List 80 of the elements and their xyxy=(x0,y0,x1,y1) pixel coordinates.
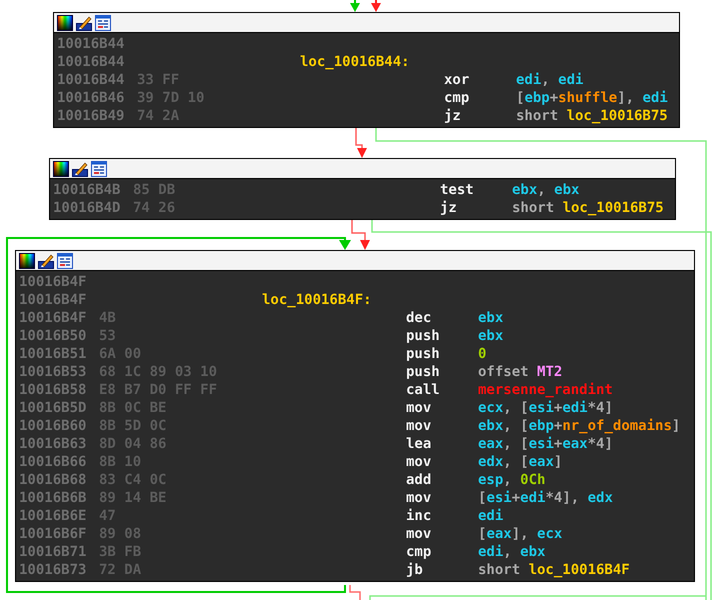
instruction-operand: [esi+edi*4], edx xyxy=(478,490,613,506)
address-text: 10016B46 xyxy=(57,90,126,106)
instruction-operand: [eax], ecx xyxy=(478,526,562,542)
address-text: 10016B63 xyxy=(19,436,88,452)
edge-arrow xyxy=(371,0,381,12)
instruction-operand: mersenne_randint xyxy=(478,382,613,398)
instruction-operand: ecx, [esi+edi*4] xyxy=(478,400,613,416)
instruction-mnemonic: dec xyxy=(406,310,432,326)
instruction-mnemonic: jz xyxy=(444,108,461,124)
pencil-icon[interactable] xyxy=(76,14,92,30)
address-text: 10016B73 xyxy=(19,562,88,578)
instruction-mnemonic: mov xyxy=(406,490,432,506)
instruction-operand: edi, ebx xyxy=(478,544,546,560)
pencil-icon[interactable] xyxy=(72,160,88,176)
address-text: 10016B6F xyxy=(19,526,88,542)
instruction-mnemonic: cmp xyxy=(406,544,432,560)
instruction-mnemonic: inc xyxy=(406,508,432,524)
instruction-mnemonic: call xyxy=(406,382,440,398)
address-text: 10016B4B xyxy=(53,182,122,198)
address-text: 10016B4F xyxy=(19,274,88,290)
palette-icon[interactable] xyxy=(53,160,69,176)
code-label: loc_10016B4F: xyxy=(262,292,372,308)
address-text: 10016B44 xyxy=(57,72,126,88)
instruction-operand: ebx xyxy=(478,310,504,326)
edge-arrow xyxy=(351,220,370,250)
address-text: 10016B6B xyxy=(19,490,88,506)
graph-icon[interactable] xyxy=(91,160,107,176)
instruction-mnemonic: jb xyxy=(406,562,423,578)
instruction-mnemonic: add xyxy=(406,472,432,488)
edge-line xyxy=(349,585,361,600)
address-text: 10016B58 xyxy=(19,382,88,398)
address-text: 10016B53 xyxy=(19,364,88,380)
palette-icon[interactable] xyxy=(19,252,35,268)
instruction-operand: esp, 0Ch xyxy=(478,472,546,488)
edge-arrow xyxy=(350,0,360,12)
instruction-mnemonic: xor xyxy=(444,72,470,88)
address-text: 10016B6E xyxy=(19,508,88,524)
address-text: 10016B4D xyxy=(53,200,122,216)
address-text: 10016B68 xyxy=(19,472,88,488)
instruction-operand: short loc_10016B4F xyxy=(478,562,630,578)
address-text: 10016B5D xyxy=(19,400,88,416)
address-text: 10016B71 xyxy=(19,544,88,560)
instruction-mnemonic: test xyxy=(440,182,474,198)
instruction-mnemonic: mov xyxy=(406,400,432,416)
graph-icon[interactable] xyxy=(57,252,73,268)
instruction-mnemonic: cmp xyxy=(444,90,470,106)
instruction-operand: edi xyxy=(478,508,504,524)
edge-arrow xyxy=(355,128,367,158)
address-text: 10016B44 xyxy=(57,54,126,70)
instruction-operand: short loc_10016B75 xyxy=(516,108,668,124)
address-text: 10016B49 xyxy=(57,108,126,124)
instruction-mnemonic: mov xyxy=(406,526,432,542)
instruction-mnemonic: jz xyxy=(440,200,457,216)
instruction-operand: offset MT2 xyxy=(478,364,562,380)
palette-icon[interactable] xyxy=(57,14,73,30)
instruction-operand: edi, edi xyxy=(516,72,584,88)
address-text: 10016B4F xyxy=(19,292,88,308)
code-label: loc_10016B44: xyxy=(300,54,410,70)
instruction-operand: [ebp+shuffle], edi xyxy=(516,90,668,106)
instruction-operand: ebx, ebx xyxy=(512,182,580,198)
instruction-operand: ebx, [ebp+nr_of_domains] xyxy=(478,418,680,434)
address-text: 10016B50 xyxy=(19,328,88,344)
instruction-operand: ebx xyxy=(478,328,504,344)
pencil-icon[interactable] xyxy=(38,252,54,268)
instruction-mnemonic: mov xyxy=(406,454,432,470)
instruction-operand: eax, [esi+eax*4] xyxy=(478,436,613,452)
address-text: 10016B51 xyxy=(19,346,88,362)
instruction-operand: edx, [eax] xyxy=(478,454,562,470)
instruction-mnemonic: push xyxy=(406,364,440,380)
instruction-mnemonic: push xyxy=(406,346,440,362)
instruction-operand: 0 xyxy=(478,346,486,362)
instruction-mnemonic: lea xyxy=(406,436,432,452)
instruction-mnemonic: push xyxy=(406,328,440,344)
instruction-operand: short loc_10016B75 xyxy=(512,200,664,216)
address-text: 10016B44 xyxy=(57,36,126,52)
address-text: 10016B66 xyxy=(19,454,88,470)
address-text: 10016B60 xyxy=(19,418,88,434)
instruction-mnemonic: mov xyxy=(406,418,432,434)
address-text: 10016B4F xyxy=(19,310,88,326)
graph-icon[interactable] xyxy=(95,14,111,30)
